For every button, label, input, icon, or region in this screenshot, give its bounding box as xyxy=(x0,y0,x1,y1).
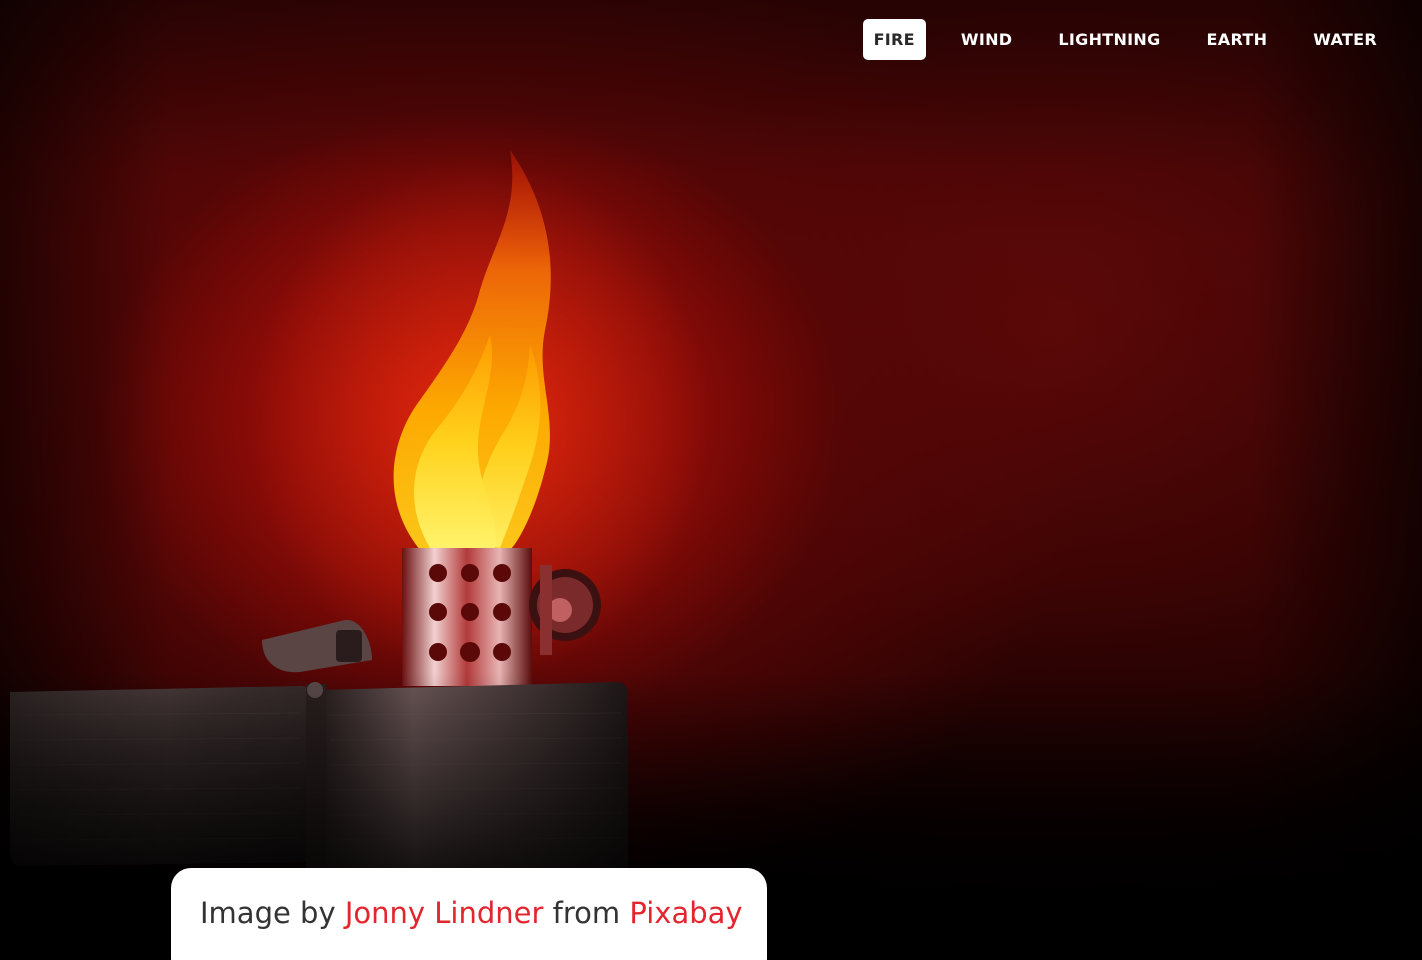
nav-item-lightning[interactable]: LIGHTNING xyxy=(1047,19,1171,60)
credit-middle: from xyxy=(543,896,630,930)
nav-item-wind[interactable]: WIND xyxy=(950,19,1023,60)
credit-source-link[interactable]: Pixabay xyxy=(629,896,742,930)
lighter-flame-image xyxy=(10,150,710,880)
credit-prefix: Image by xyxy=(200,896,345,930)
nav-item-earth[interactable]: EARTH xyxy=(1196,19,1279,60)
credit-author-link[interactable]: Jonny Lindner xyxy=(345,896,544,930)
nav-item-water[interactable]: WATER xyxy=(1302,19,1388,60)
nav-item-fire[interactable]: FIRE xyxy=(862,19,926,60)
hero-background: FIRE WIND LIGHTNING EARTH WATER Image by… xyxy=(0,0,1422,960)
element-nav: FIRE WIND LIGHTNING EARTH WATER xyxy=(862,19,1388,60)
image-credit: Image by Jonny Lindner from Pixabay xyxy=(171,868,767,960)
